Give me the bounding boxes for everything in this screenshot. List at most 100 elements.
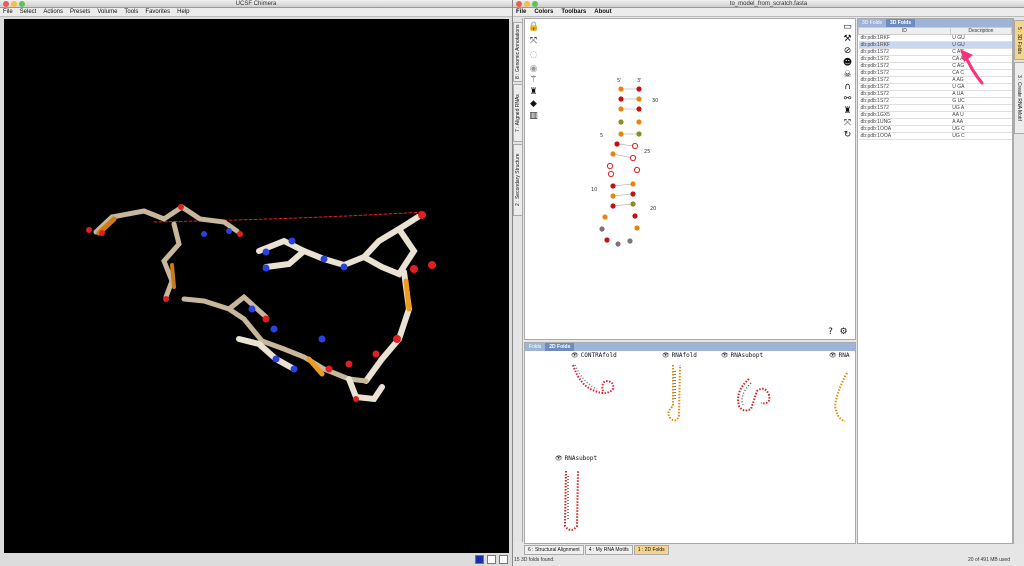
command-line-icon[interactable] xyxy=(475,555,484,564)
table-row[interactable]: db:pdb:1S72 CA A xyxy=(858,55,1012,63)
table-row[interactable]: db:pdb:1RKF U GU xyxy=(858,41,1012,49)
app-titlebar: to_model_from_scratch.fasta xyxy=(513,0,1024,8)
folds-panel[interactable]: Folds 2D Folds 👁 CONTRAfold 👁 RNAfold 👁 RNA… xyxy=(524,342,856,544)
column-header-id[interactable]: ID xyxy=(858,27,951,35)
menu-select[interactable]: Select xyxy=(20,8,37,16)
table-row[interactable]: db:pdb:1S72 CA C xyxy=(858,69,1012,77)
zoom-icon[interactable] xyxy=(19,1,25,7)
display-mode-icon[interactable] xyxy=(487,555,496,564)
resize-handle-icon[interactable] xyxy=(499,555,508,564)
tab-create-rna-motif[interactable]: 3 : Create RNA Motif xyxy=(1014,62,1024,134)
right-vertical-tabs: 5 : 3D Folds 3 : Create RNA Motif xyxy=(1013,18,1024,544)
rotate-icon[interactable]: ↻ xyxy=(842,130,853,141)
rna-app-window: to_model_from_scratch.fasta File Colors … xyxy=(512,0,1024,566)
tab-3d-folds-b[interactable]: 3D Folds xyxy=(886,19,916,27)
chimera-titlebar: UCSF Chimera xyxy=(0,0,512,8)
skull-icon[interactable]: ☠ xyxy=(842,70,853,81)
fold-id-cell: db:pdb:1S72 xyxy=(858,76,951,84)
help-icon[interactable]: ? xyxy=(825,327,836,338)
fold-id-cell: db:pdb:1RKF xyxy=(858,34,951,42)
refresh-icon[interactable]: ◌ xyxy=(528,50,539,61)
table-row[interactable]: db:pdb:1S72 UG A xyxy=(858,104,1012,112)
column-header-description[interactable]: Description xyxy=(949,27,1013,35)
menu-toolbars[interactable]: Toolbars xyxy=(561,8,586,16)
fold-id-cell: db:pdb:1GX5 xyxy=(858,111,951,119)
table-row[interactable]: db:pdb:1OOA UG C xyxy=(858,132,1012,140)
menu-file[interactable]: File xyxy=(3,8,13,16)
menu-file[interactable]: File xyxy=(516,8,526,16)
3d-folds-panel[interactable]: 3D Folds 3D Folds ID Description db:pdb:… xyxy=(857,18,1013,544)
fold-description-cell: UG A xyxy=(950,104,1012,112)
menu-actions[interactable]: Actions xyxy=(43,8,63,16)
fold-id-cell: db:pdb:1S72 xyxy=(858,69,951,77)
tab-structural-alignment[interactable]: 6 : Structural Alignment xyxy=(524,545,584,555)
settings-gear-icon[interactable]: ⚙ xyxy=(838,327,849,338)
expand-icon[interactable]: ⤧ xyxy=(842,118,853,129)
fold-id-cell: db:pdb:1S72 xyxy=(858,48,951,56)
secondary-structure-panel[interactable]: 🔒 ⤧ ◌ ◉ ⚚ ♜ ◆ ▥ ▭ ⚒ ⊘ ☻ ☠ ∩ ⚯ ♜ ⤧ ↻ ? ⚙ xyxy=(524,18,856,340)
table-row[interactable]: db:pdb:1S72 C AG xyxy=(858,62,1012,70)
fold-description-cell: U GU xyxy=(950,41,1012,49)
fold-id-cell: db:pdb:1S72 xyxy=(858,97,951,105)
zoom-icon[interactable] xyxy=(532,1,538,7)
table-row[interactable]: db:pdb:1RKF U GU xyxy=(858,34,1012,42)
molecule-viewer[interactable] xyxy=(4,19,509,553)
table-row[interactable]: db:pdb:1S72 U GA xyxy=(858,83,1012,91)
table-row[interactable]: db:pdb:1S72 G UC xyxy=(858,97,1012,105)
chimera-statusbar xyxy=(0,553,512,566)
table-row[interactable]: db:pdb:1UNG A AA xyxy=(858,118,1012,126)
tab-2d-folds[interactable]: 2D Folds xyxy=(545,343,575,351)
table-row[interactable]: db:pdb:1S72 A UA xyxy=(858,90,1012,98)
menu-help[interactable]: Help xyxy=(177,8,189,16)
minimize-icon[interactable] xyxy=(11,1,17,7)
menu-colors[interactable]: Colors xyxy=(534,8,553,16)
app-menubar: File Colors Toolbars About xyxy=(513,8,1024,17)
folds-panel-tabs: Folds 2D Folds xyxy=(525,343,855,351)
tab-my-rna-motifs[interactable]: 4 : My RNA Motifs xyxy=(584,545,633,555)
fold-id-cell: db:pdb:1S72 xyxy=(858,83,951,91)
menu-presets[interactable]: Presets xyxy=(70,8,90,16)
status-message: 15 3D folds found. xyxy=(514,557,555,563)
close-icon[interactable] xyxy=(3,1,9,7)
table-row[interactable]: db:pdb:1OOA UG C xyxy=(858,125,1012,133)
fold-description-cell: U GU xyxy=(950,34,1012,42)
tab-3d-folds-vertical[interactable]: 5 : 3D Folds xyxy=(1014,20,1024,60)
menu-about[interactable]: About xyxy=(594,8,611,16)
paint-icon[interactable]: ♜ xyxy=(842,106,853,117)
fold-description-cell: AA U xyxy=(950,111,1012,119)
table-row[interactable]: db:pdb:1S72 C AG xyxy=(858,48,1012,56)
menu-favorites[interactable]: Favorites xyxy=(145,8,170,16)
lock-icon[interactable]: 🔒 xyxy=(528,22,539,33)
pink-arrow-annotation xyxy=(960,49,984,85)
table-row[interactable]: db:pdb:1S72 A AG xyxy=(858,76,1012,84)
tab-genomic-annotations[interactable]: 8 : Genomic Annotations xyxy=(513,22,523,82)
table-row[interactable]: db:pdb:1GX5 AA U xyxy=(858,111,1012,119)
tab-folds[interactable]: Folds xyxy=(525,343,545,351)
collapse-icon[interactable]: ⤧ xyxy=(528,36,539,47)
tab-aligned-rnas[interactable]: 7 : Aligned RNAs xyxy=(513,84,523,142)
close-icon[interactable] xyxy=(516,1,522,7)
position-5-label: 5 xyxy=(600,133,603,139)
brush-icon[interactable]: ♜ xyxy=(528,87,539,98)
screen-icon[interactable]: ▭ xyxy=(842,22,853,33)
tab-secondary-structure[interactable]: 2 : Secondary Structure xyxy=(513,144,523,216)
left-vertical-tabs: 8 : Genomic Annotations 7 : Aligned RNAs… xyxy=(513,18,523,542)
menu-volume[interactable]: Volume xyxy=(97,8,117,16)
menu-tools[interactable]: Tools xyxy=(124,8,138,16)
chimera-menubar: File Select Actions Presets Volume Tools… xyxy=(0,8,512,17)
fold-id-cell: db:pdb:1OOA xyxy=(858,125,951,133)
app-title: to_model_from_scratch.fasta xyxy=(729,1,808,7)
minimize-icon[interactable] xyxy=(524,1,530,7)
tab-3d-folds-a[interactable]: 3D Folds xyxy=(858,19,886,27)
bar-chart-icon[interactable]: ▥ xyxy=(528,111,539,122)
fold-description-cell: A UA xyxy=(950,90,1012,98)
magic-wand-icon[interactable]: ⚚ xyxy=(528,75,539,86)
smiley-icon[interactable]: ☻ xyxy=(842,58,853,69)
magnet-icon[interactable]: ∩ xyxy=(842,82,853,93)
prohibit-icon[interactable]: ⊘ xyxy=(842,46,853,57)
tab-2d-folds-bottom[interactable]: 1 : 2D Folds xyxy=(633,545,669,555)
link-icon[interactable]: ⚯ xyxy=(842,94,853,105)
tag-icon[interactable]: ◆ xyxy=(528,99,539,110)
eye-icon[interactable]: ◉ xyxy=(528,64,539,75)
hammer-icon[interactable]: ⚒ xyxy=(842,34,853,45)
